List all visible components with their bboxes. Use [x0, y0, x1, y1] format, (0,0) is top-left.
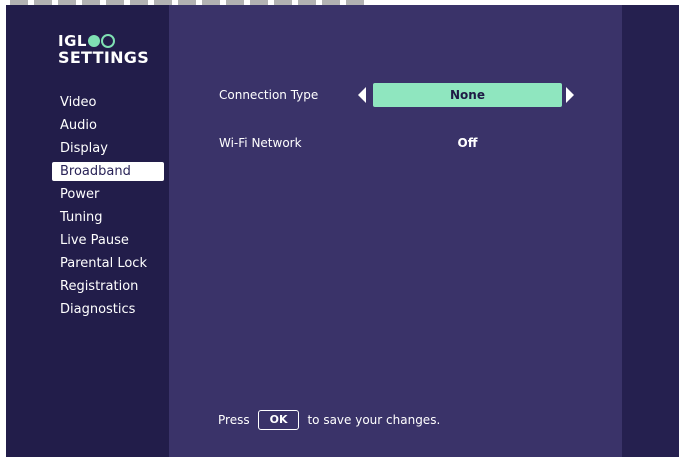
connection-type-label: Connection Type: [219, 88, 319, 102]
sidebar-item-power[interactable]: Power: [52, 185, 164, 204]
ok-button[interactable]: OK: [257, 410, 300, 430]
sidebar-item-display[interactable]: Display: [52, 139, 164, 158]
sidebar-item-live-pause[interactable]: Live Pause: [52, 231, 164, 250]
logo-text: IGL: [58, 32, 87, 50]
settings-menu: Video Audio Display Broadband Power Tuni…: [52, 93, 164, 323]
footer-suffix: to save your changes.: [307, 413, 441, 427]
wifi-network-label: Wi-Fi Network: [219, 136, 302, 150]
sidebar-item-audio[interactable]: Audio: [52, 116, 164, 135]
connection-type-selector[interactable]: None: [373, 83, 562, 107]
wifi-network-value[interactable]: Off: [373, 136, 562, 150]
igloo-logo: IGL SETTINGS: [58, 33, 149, 67]
footer-hint: Press OK to save your changes.: [218, 410, 440, 430]
logo-settings-text: SETTINGS: [58, 48, 150, 67]
sidebar-item-video[interactable]: Video: [52, 93, 164, 112]
sidebar-item-registration[interactable]: Registration: [52, 277, 164, 296]
footer-prefix: Press: [218, 413, 250, 427]
sidebar-item-diagnostics[interactable]: Diagnostics: [52, 300, 164, 319]
right-margin: [622, 5, 679, 457]
arrow-right-icon[interactable]: [566, 87, 574, 103]
sidebar-item-tuning[interactable]: Tuning: [52, 208, 164, 227]
sidebar-item-broadband[interactable]: Broadband: [52, 162, 164, 181]
content-panel: [169, 5, 622, 457]
logo-o-icon: [87, 35, 100, 47]
logo-o-outline-icon: [100, 34, 115, 48]
logo-wordmark: IGL: [58, 33, 149, 49]
arrow-left-icon[interactable]: [358, 87, 366, 103]
sidebar-item-parental-lock[interactable]: Parental Lock: [52, 254, 164, 273]
